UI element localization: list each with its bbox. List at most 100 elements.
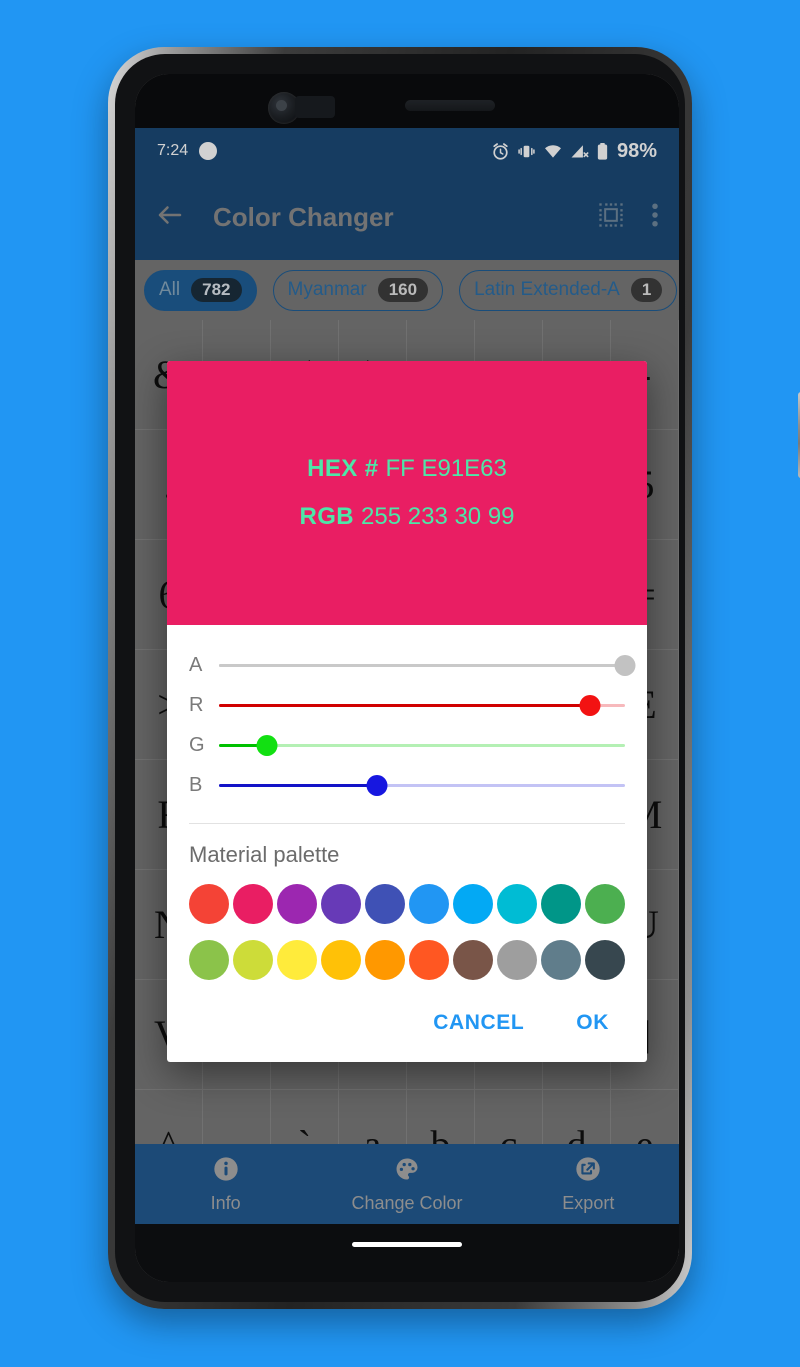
palette-row-primary[interactable]: [189, 876, 625, 932]
slider-fill: [219, 704, 591, 707]
chip-label: All: [159, 279, 181, 300]
slider-track-r[interactable]: [219, 685, 625, 725]
palette-title: Material palette: [189, 842, 340, 867]
filter-chip-all[interactable]: All 782: [144, 269, 257, 311]
swatch-amber[interactable]: [321, 940, 361, 980]
palette-icon: [393, 1155, 421, 1188]
slider-thumb-a[interactable]: [614, 655, 636, 676]
rgb-label: RGB: [299, 503, 355, 530]
swatch-light-green[interactable]: [189, 940, 229, 980]
ok-button[interactable]: OK: [570, 1010, 615, 1036]
battery-icon: [596, 142, 609, 161]
swatch-dark-grey[interactable]: [585, 940, 625, 980]
rgb-value: 255 233 30 99: [361, 503, 515, 530]
swatch-yellow[interactable]: [277, 940, 317, 980]
status-bar-right: 98%: [491, 140, 657, 163]
swatch-green[interactable]: [585, 884, 625, 924]
sensor-strip: [295, 96, 335, 118]
chip-count: 1: [630, 278, 663, 302]
nav-label-info: Info: [210, 1192, 241, 1213]
filter-chip-row[interactable]: All 782 Myanmar 160 Latin Extended-A 1: [135, 260, 679, 320]
slider-track-a[interactable]: [219, 645, 636, 685]
filter-chip-myanmar[interactable]: Myanmar 160: [272, 269, 444, 311]
nav-item-export[interactable]: Export: [498, 1155, 679, 1214]
hex-label: HEX #: [307, 455, 379, 482]
slider-thumb-r[interactable]: [579, 695, 601, 716]
slider-row-a[interactable]: A: [189, 645, 636, 685]
dialog-actions: CANCEL OK: [189, 988, 625, 1062]
swatch-pink[interactable]: [233, 884, 273, 924]
slider-label-b: B: [189, 773, 203, 796]
signal-off-icon: [570, 142, 589, 161]
app-bar: Color Changer: [135, 174, 679, 260]
swatch-grey[interactable]: [497, 940, 537, 980]
swatch-cyan[interactable]: [497, 884, 537, 924]
slider-thumb-b[interactable]: [366, 775, 388, 796]
more-vert-icon[interactable]: [651, 200, 659, 235]
export-icon: [574, 1155, 602, 1188]
alarm-icon: [491, 142, 510, 161]
slider-row-g[interactable]: G: [189, 725, 625, 765]
phone-frame: &'()*+,-./0123456789:;<=>?@ABCDEFGHIJKLM…: [108, 47, 800, 1309]
swatch-blue[interactable]: [409, 884, 449, 924]
cancel-button[interactable]: CANCEL: [427, 1010, 530, 1036]
swatch-purple[interactable]: [277, 884, 317, 924]
nav-item-info[interactable]: Info: [135, 1155, 316, 1214]
earpiece-speaker: [405, 100, 495, 111]
arrow-back-icon[interactable]: [155, 200, 185, 235]
gesture-nav-area: [135, 1224, 679, 1282]
moon-icon: [198, 141, 218, 161]
filter-chip-latin-extended-a[interactable]: Latin Extended-A 1: [459, 269, 678, 311]
chip-label: Myanmar: [287, 279, 367, 300]
slider-label-r: R: [189, 693, 204, 716]
argb-sliders[interactable]: ARGB: [189, 645, 636, 805]
status-bar: 7:24 98%: [135, 128, 679, 174]
swatch-orange[interactable]: [365, 940, 405, 980]
slider-track-b[interactable]: [219, 765, 625, 805]
gesture-bar[interactable]: [352, 1242, 462, 1247]
swatch-teal[interactable]: [541, 884, 581, 924]
slider-row-b[interactable]: B: [189, 765, 625, 805]
slider-track-g[interactable]: [219, 725, 625, 765]
color-preview-panel: HEX # FF E91E63 RGB 255 233 30 99: [167, 361, 647, 625]
camera-lens: [276, 100, 287, 111]
wifi-icon: [543, 142, 563, 161]
swatch-red[interactable]: [189, 884, 229, 924]
slider-row-r[interactable]: R: [189, 685, 625, 725]
swatch-light-blue[interactable]: [453, 884, 493, 924]
swatch-blue-grey[interactable]: [541, 940, 581, 980]
swatch-indigo[interactable]: [365, 884, 405, 924]
phone-bezel: &'()*+,-./0123456789:;<=>?@ABCDEFGHIJKLM…: [115, 54, 685, 1302]
palette-row-secondary[interactable]: [189, 932, 625, 988]
slider-label-a: A: [189, 653, 203, 676]
slider-fill: [219, 664, 625, 667]
chip-label: Latin Extended-A: [474, 279, 620, 300]
swatch-deep-purple[interactable]: [321, 884, 361, 924]
chip-count: 160: [377, 278, 429, 302]
swatch-deep-orange[interactable]: [409, 940, 449, 980]
notch-area: [135, 74, 679, 128]
select-border-icon[interactable]: [597, 201, 625, 234]
nav-item-change-color[interactable]: Change Color: [316, 1155, 497, 1214]
slider-thumb-g[interactable]: [256, 735, 278, 756]
status-bar-left: 7:24: [157, 141, 218, 161]
rgb-readout: RGB 255 233 30 99: [299, 503, 514, 531]
slider-label-g: G: [189, 733, 205, 756]
info-icon: [212, 1155, 240, 1188]
swatch-lime[interactable]: [233, 940, 273, 980]
vibrate-icon: [517, 142, 536, 161]
hex-readout: HEX # FF E91E63: [307, 455, 507, 483]
dialog-body: ARGB Material palette CANCEL OK: [167, 625, 647, 1062]
nav-label-export: Export: [562, 1192, 615, 1213]
bottom-navigation[interactable]: Info Change Color Export: [135, 1144, 679, 1224]
status-time: 7:24: [157, 142, 189, 159]
battery-percent: 98%: [616, 139, 657, 162]
slider-fill: [219, 784, 377, 787]
nav-label-change-color: Change Color: [351, 1192, 463, 1213]
phone-screen: &'()*+,-./0123456789:;<=>?@ABCDEFGHIJKLM…: [135, 74, 679, 1282]
page-title: Color Changer: [213, 201, 394, 232]
hex-value: FF E91E63: [385, 455, 507, 482]
swatch-brown[interactable]: [453, 940, 493, 980]
slider-track-bg: [219, 744, 625, 747]
color-picker-dialog: HEX # FF E91E63 RGB 255 233 30 99 ARGB Mat…: [167, 361, 647, 1062]
